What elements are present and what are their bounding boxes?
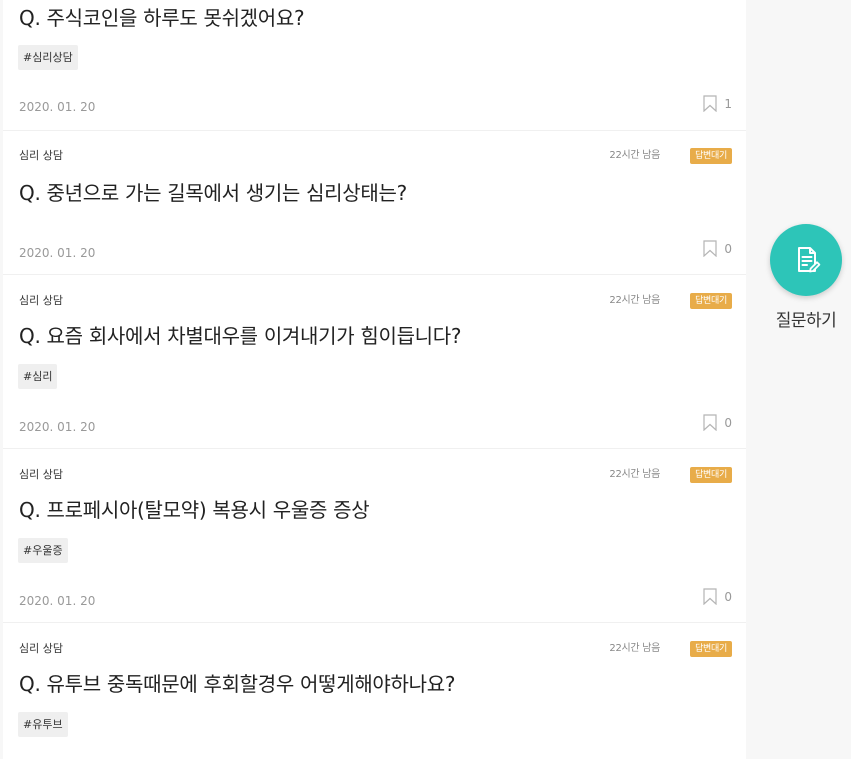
write-question-icon (798, 247, 821, 273)
bookmark-button[interactable]: 1 (703, 95, 732, 112)
question-card[interactable]: 심리 상담 22시간 남음 답변대기 Q. 중년으로 가는 길목에서 생기는 심… (3, 131, 746, 275)
time-remaining: 22시간 남음 (609, 643, 660, 654)
time-remaining: 22시간 남음 (609, 469, 660, 480)
post-date: 2020. 01. 20 (19, 594, 96, 608)
question-title[interactable]: Q. 요즘 회사에서 차별대우를 이겨내기가 힘이듭니다? (19, 323, 462, 349)
bookmark-button[interactable]: 0 (703, 240, 732, 257)
question-title[interactable]: Q. 프로페시아(탈모약) 복용시 우울증 증상 (19, 497, 370, 523)
ask-question-label[interactable]: 질문하기 (761, 310, 851, 332)
question-card[interactable]: 심리 상담 22시간 남음 답변대기 Q. 유투브 중독때문에 후회할경우 어떻… (3, 623, 746, 759)
category-label: 심리 상담 (19, 149, 63, 162)
bookmark-count: 0 (724, 415, 732, 430)
status-badge: 답변대기 (690, 293, 732, 309)
status-badge: 답변대기 (690, 148, 732, 164)
ask-question-button[interactable] (770, 224, 842, 296)
question-title[interactable]: Q. 중년으로 가는 길목에서 생기는 심리상태는? (19, 180, 407, 206)
hashtag[interactable]: #심리 (18, 364, 58, 389)
bookmark-button[interactable]: 0 (703, 588, 732, 605)
post-date: 2020. 01. 20 (19, 100, 96, 114)
status-badge: 답변대기 (690, 467, 732, 483)
hashtag[interactable]: #우울증 (18, 538, 68, 563)
question-card[interactable]: 심리 상담 22시간 남음 답변대기 Q. 요즘 회사에서 차별대우를 이겨내기… (3, 275, 746, 449)
post-date: 2020. 01. 20 (19, 246, 96, 260)
hashtag[interactable]: #유투브 (18, 712, 68, 737)
bookmark-button[interactable]: 0 (703, 414, 732, 431)
bookmark-icon (703, 95, 717, 112)
status-badge: 답변대기 (690, 641, 732, 657)
bookmark-icon (703, 414, 717, 431)
category-label: 심리 상담 (19, 294, 63, 307)
bookmark-icon (703, 240, 717, 257)
category-label: 심리 상담 (19, 642, 63, 655)
bookmark-count: 0 (724, 589, 732, 604)
question-title[interactable]: Q. 유투브 중독때문에 후회할경우 어떻게해야하나요? (19, 671, 455, 697)
bookmark-icon (703, 588, 717, 605)
time-remaining: 22시간 남음 (609, 295, 660, 306)
question-card[interactable]: 심리 상담 22시간 남음 답변대기 Q. 프로페시아(탈모약) 복용시 우울증… (3, 449, 746, 623)
bookmark-count: 0 (724, 241, 732, 256)
question-title[interactable]: Q. 주식코인을 하루도 못쉬겠어요? (19, 5, 305, 31)
time-remaining: 22시간 남음 (609, 150, 660, 161)
post-date: 2020. 01. 20 (19, 420, 96, 434)
question-list: Q. 주식코인을 하루도 못쉬겠어요? #심리상담 2020. 01. 20 1… (3, 0, 746, 759)
question-card[interactable]: Q. 주식코인을 하루도 못쉬겠어요? #심리상담 2020. 01. 20 1 (3, 0, 746, 131)
hashtag[interactable]: #심리상담 (18, 45, 78, 70)
category-label: 심리 상담 (19, 468, 63, 481)
bookmark-count: 1 (724, 96, 732, 111)
